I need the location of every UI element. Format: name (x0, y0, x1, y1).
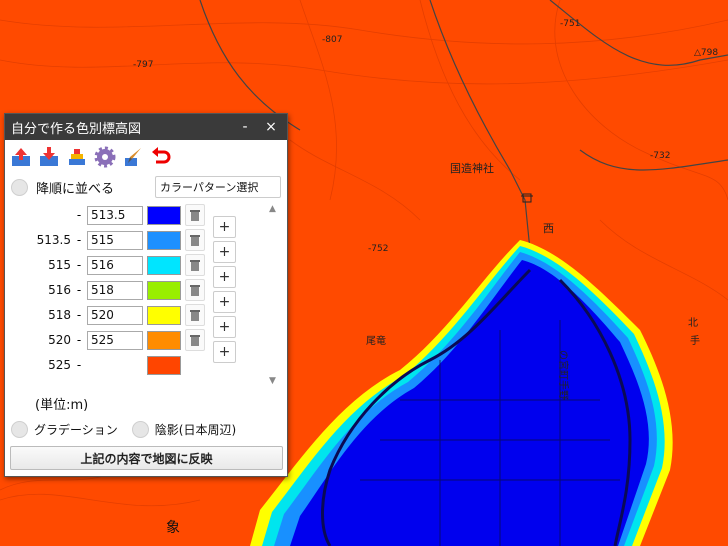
panel-title: 自分で作る色別標高図 (11, 121, 142, 137)
range-dash: - (76, 283, 82, 297)
range-from: 520 (48, 333, 71, 347)
scroll-up-arrow[interactable]: ▲ (269, 204, 276, 214)
options-row: グラデーション 陰影(日本周辺) (5, 416, 287, 442)
map-label-751: -751 (560, 19, 580, 29)
range-to-input[interactable]: 516 (87, 255, 143, 275)
range-from: 515 (48, 258, 71, 272)
shading-label: 陰影(日本周辺) (154, 422, 237, 437)
map-label-752: -752 (368, 244, 388, 254)
shading-radio[interactable] (131, 420, 149, 438)
trash-icon[interactable] (185, 254, 205, 276)
color-pattern-button[interactable]: カラーパターン選択 (155, 176, 281, 198)
trash-icon[interactable] (185, 279, 205, 301)
range-row: 525 - (5, 354, 181, 376)
range-from: 518 (48, 308, 71, 322)
range-color-swatch[interactable] (147, 255, 181, 275)
range-to-empty (87, 356, 143, 375)
range-color-swatch[interactable] (147, 305, 181, 325)
range-to-input[interactable]: 518 (87, 280, 143, 300)
range-row: 516 - 518 (5, 279, 205, 301)
upload-icon[interactable] (9, 145, 33, 169)
close-button[interactable]: × (261, 119, 281, 135)
download-icon[interactable] (37, 145, 61, 169)
map-label-mura: の宮町手野 (557, 350, 570, 400)
add-row-button[interactable]: + (213, 341, 236, 363)
map-label-zo: 象 (166, 520, 180, 536)
map-label-807: -807 (322, 35, 342, 45)
range-from: 525 (48, 358, 71, 372)
map-label-797: -797 (133, 60, 153, 70)
elevation-color-panel: 自分で作る色別標高図 - × 降順に並べる カラーパターン選択 ▲ ▼ - 51… (4, 113, 288, 477)
add-row-button[interactable]: + (213, 291, 236, 313)
trash-icon[interactable] (185, 304, 205, 326)
brush-icon[interactable] (121, 145, 145, 169)
range-dash: - (76, 333, 82, 347)
scroll-down-arrow[interactable]: ▼ (269, 376, 276, 386)
gear-icon[interactable] (93, 145, 117, 169)
range-dash: - (76, 208, 82, 222)
add-row-button[interactable]: + (213, 266, 236, 288)
apply-to-map-button[interactable]: 上記の内容で地図に反映 (10, 446, 283, 470)
add-row-button[interactable]: + (213, 216, 236, 238)
range-row: 518 - 520 (5, 304, 205, 326)
range-from: 516 (48, 283, 71, 297)
range-to-input[interactable]: 525 (87, 330, 143, 350)
gradation-radio[interactable] (11, 420, 28, 438)
elevation-range-list: ▲ ▼ - 513.5 + 513.5 - 515 + 515 - 516 + … (5, 200, 287, 390)
add-row-button[interactable]: + (213, 241, 236, 263)
map-label-732: -732 (650, 151, 670, 161)
range-dash: - (76, 258, 82, 272)
range-row: 515 - 516 (5, 254, 205, 276)
range-to-input[interactable]: 515 (87, 230, 143, 250)
range-color-swatch[interactable] (147, 205, 181, 225)
gradation-label: グラデーション (34, 422, 118, 437)
range-color-swatch[interactable] (147, 330, 181, 350)
trash-icon[interactable] (185, 329, 205, 351)
range-color-swatch[interactable] (147, 230, 181, 250)
range-from: 513.5 (36, 233, 71, 247)
range-color-swatch[interactable] (147, 355, 181, 375)
range-dash: - (76, 308, 82, 322)
map-label-798: △798 (694, 48, 718, 58)
trash-icon[interactable] (185, 229, 205, 251)
map-label-nishi: 西 (543, 222, 554, 235)
panel-header[interactable]: 自分で作る色別標高図 - × (5, 114, 287, 140)
map-label-kita: 北 (688, 317, 698, 329)
layers-icon[interactable] (65, 145, 89, 169)
range-dash: - (76, 233, 82, 247)
map-label-biwa: 尾竜 (366, 334, 386, 347)
undo-icon[interactable] (149, 145, 173, 169)
range-to-input[interactable]: 520 (87, 305, 143, 325)
sort-desc-label: 降順に並べる (36, 181, 115, 197)
range-color-swatch[interactable] (147, 280, 181, 300)
trash-icon[interactable] (185, 204, 205, 226)
unit-label: (単位:m) (35, 397, 89, 413)
add-row-button[interactable]: + (213, 316, 236, 338)
range-to-input[interactable]: 513.5 (87, 205, 143, 225)
range-row: 520 - 525 (5, 329, 205, 351)
sort-row: 降順に並べる カラーパターン選択 (5, 174, 287, 200)
toolbar (5, 140, 287, 174)
map-label-te: 手 (690, 334, 700, 347)
range-row: 513.5 - 515 (5, 229, 205, 251)
minimize-button[interactable]: - (235, 119, 255, 135)
range-dash: - (76, 358, 82, 372)
map-label-shrine: 国造神社 (450, 161, 494, 175)
sort-desc-radio[interactable] (11, 178, 28, 196)
range-row: - 513.5 (5, 204, 205, 226)
